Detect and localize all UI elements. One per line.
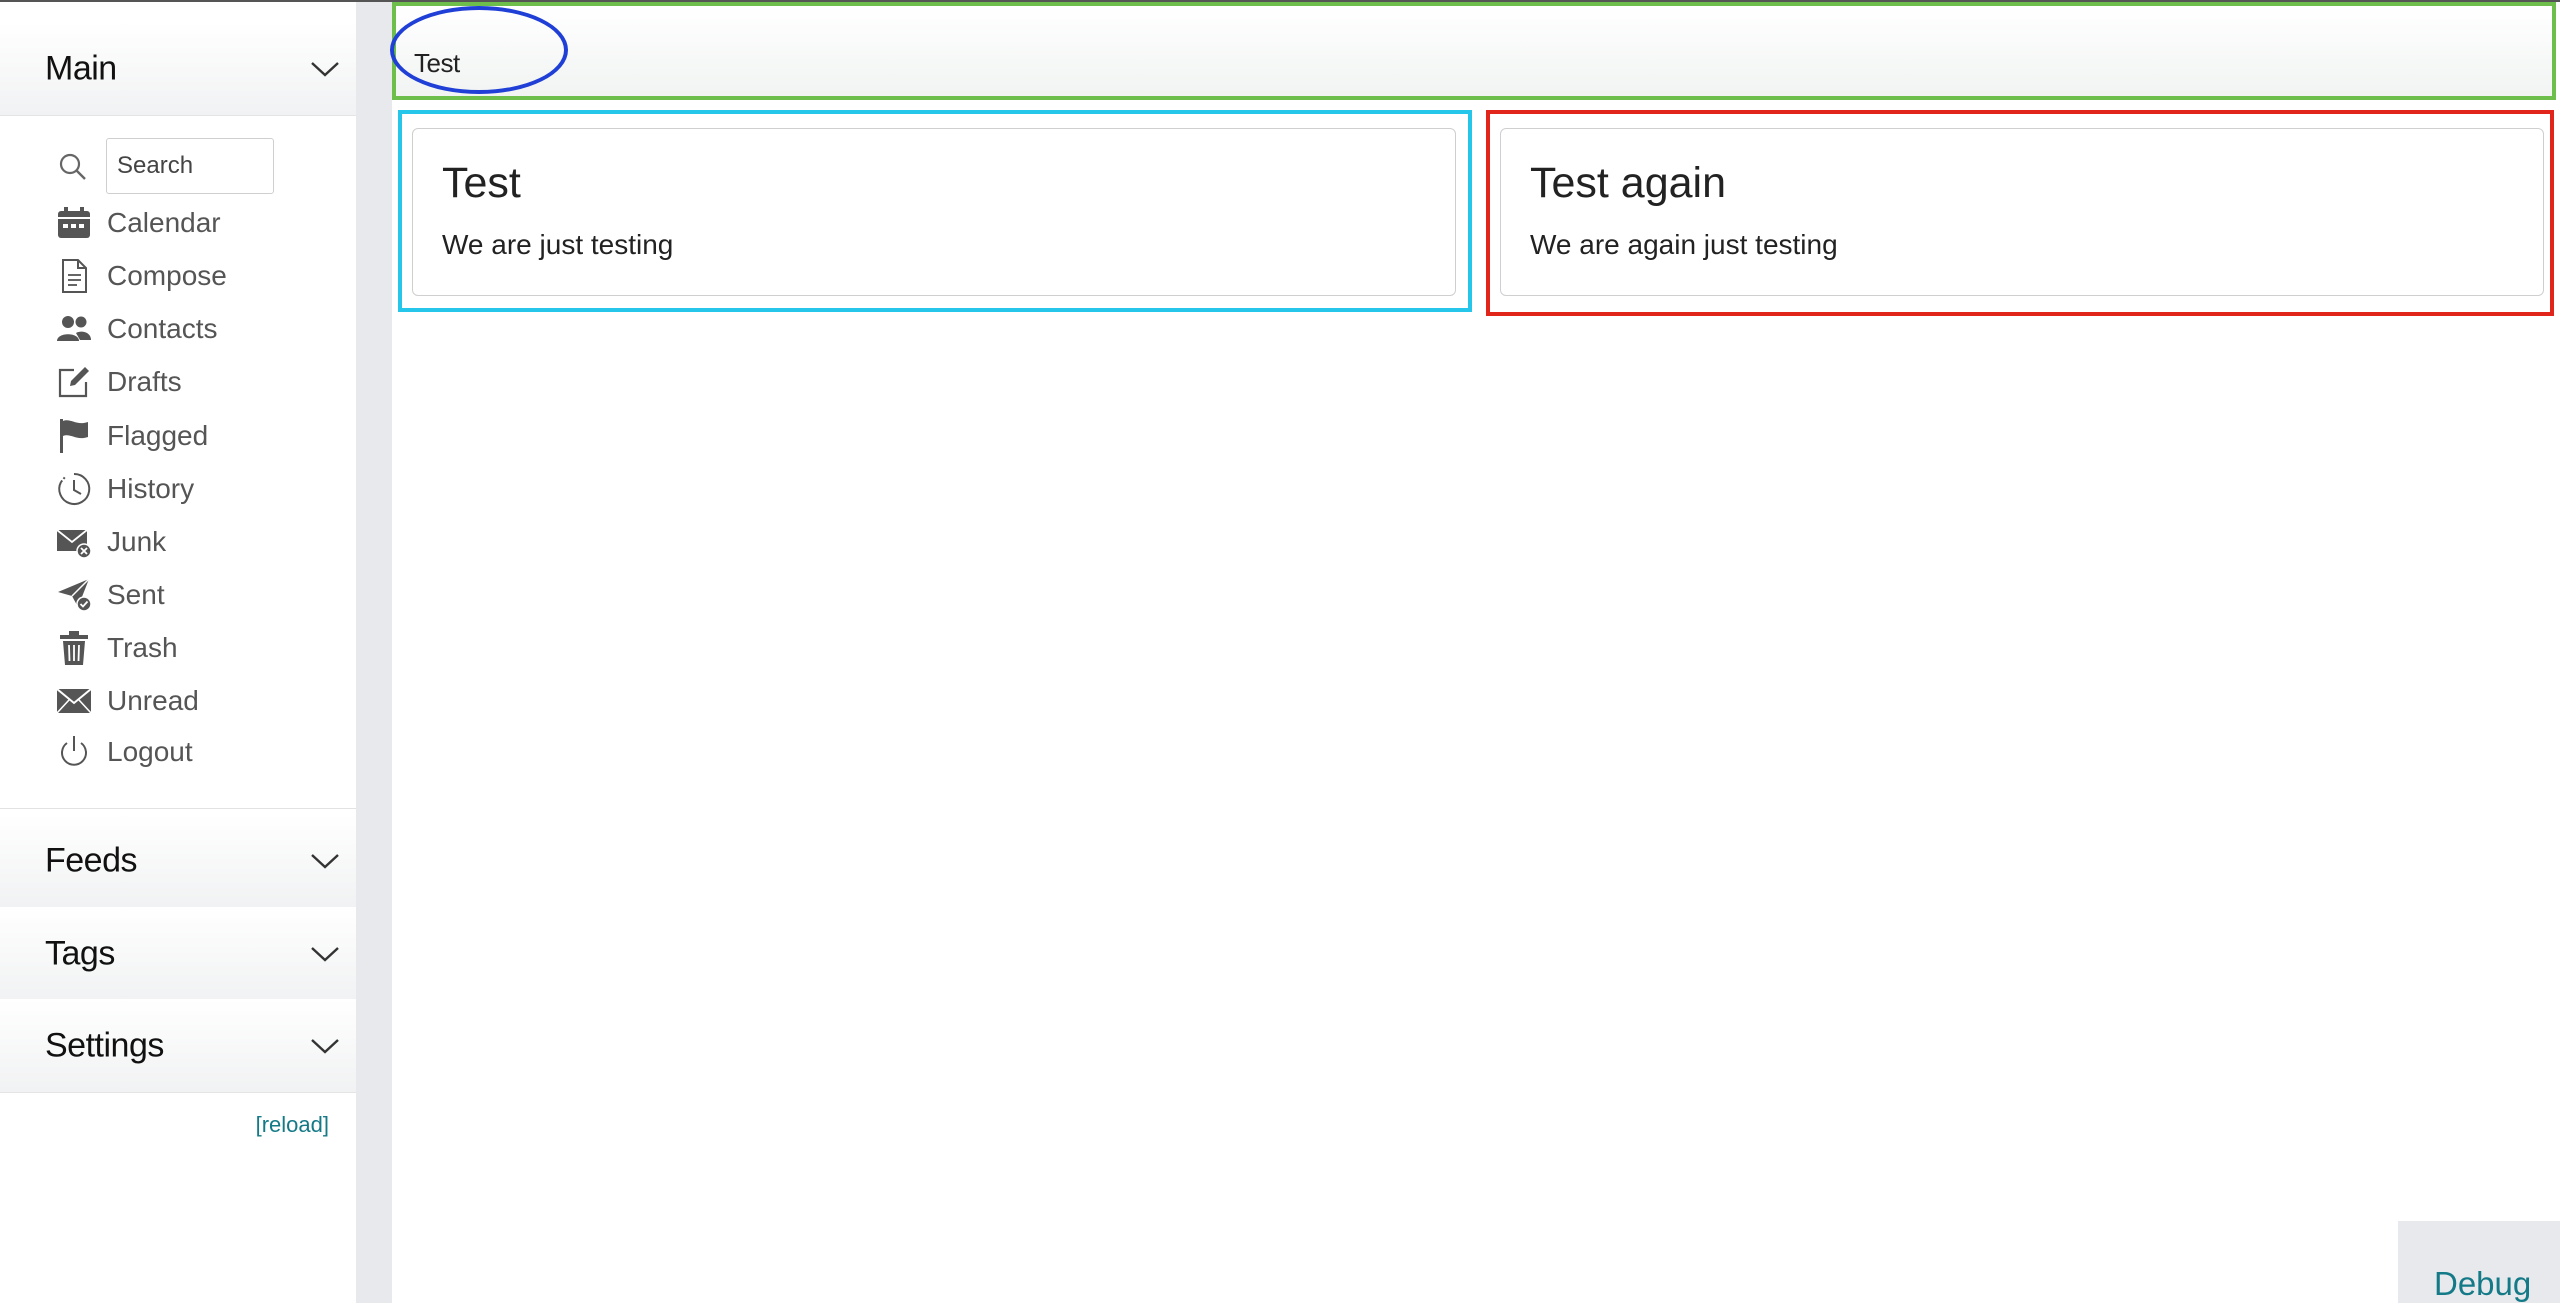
calendar-icon bbox=[58, 207, 90, 238]
trash-icon bbox=[60, 631, 88, 665]
sidebar-item-label: Calendar bbox=[107, 207, 221, 238]
reload-link[interactable]: [reload] bbox=[256, 1112, 329, 1138]
chevron-down-icon bbox=[311, 61, 339, 77]
search-icon bbox=[59, 153, 86, 180]
card-outline-right: Test again We are again just testing bbox=[1486, 110, 2554, 316]
annotation-oval bbox=[390, 6, 568, 94]
power-icon bbox=[61, 736, 87, 766]
section-feeds-header[interactable]: Feeds bbox=[0, 814, 356, 908]
sidebar-divider bbox=[0, 808, 356, 809]
card: Test again We are again just testing bbox=[1500, 128, 2544, 296]
sidebar: Main Calendar Compose bbox=[0, 2, 356, 1303]
envelope-icon bbox=[56, 688, 92, 714]
card-title: Test bbox=[442, 159, 521, 207]
card-text: We are again just testing bbox=[1530, 229, 1838, 260]
sidebar-item-label: History bbox=[107, 473, 195, 504]
flag-icon bbox=[60, 419, 88, 453]
pencil-square-icon bbox=[58, 367, 89, 398]
section-feeds-title: Feeds bbox=[45, 841, 138, 879]
chevron-down-icon bbox=[311, 1038, 339, 1054]
section-main-header[interactable]: Main bbox=[0, 22, 356, 116]
sidebar-item-label: Unread bbox=[107, 685, 199, 716]
card: Test We are just testing bbox=[412, 128, 1456, 296]
sidebar-item-label: Logout bbox=[107, 736, 193, 767]
send-check-icon bbox=[58, 578, 92, 612]
sidebar-item-label: Drafts bbox=[107, 366, 182, 397]
debug-label: Debug bbox=[2434, 1265, 2532, 1302]
debug-button[interactable]: Debug bbox=[2398, 1221, 2560, 1303]
card-text: We are just testing bbox=[442, 229, 674, 260]
content-header: Test bbox=[392, 2, 2556, 100]
sidebar-item-label: Contacts bbox=[107, 313, 218, 344]
card-outline-left: Test We are just testing bbox=[398, 110, 1472, 312]
sidebar-item-label: Flagged bbox=[107, 420, 209, 451]
people-icon bbox=[57, 316, 91, 341]
chevron-down-icon bbox=[311, 946, 339, 962]
sidebar-gutter bbox=[356, 2, 392, 1303]
document-icon bbox=[62, 259, 87, 293]
section-main-title: Main bbox=[45, 49, 117, 87]
sidebar-item-label: Sent bbox=[107, 579, 165, 610]
clock-icon bbox=[58, 472, 91, 505]
search-input[interactable] bbox=[106, 138, 274, 194]
chevron-down-icon bbox=[311, 853, 339, 869]
envelope-x-icon bbox=[56, 529, 92, 559]
card-title: Test again bbox=[1530, 159, 1727, 207]
section-tags-header[interactable]: Tags bbox=[0, 907, 356, 1001]
section-settings-title: Settings bbox=[45, 1026, 164, 1064]
sidebar-item-label: Trash bbox=[107, 632, 178, 663]
section-tags-title: Tags bbox=[45, 934, 115, 972]
section-settings-header[interactable]: Settings bbox=[0, 999, 356, 1093]
sidebar-item-label: Junk bbox=[107, 526, 167, 557]
sidebar-item-label: Compose bbox=[107, 260, 227, 291]
